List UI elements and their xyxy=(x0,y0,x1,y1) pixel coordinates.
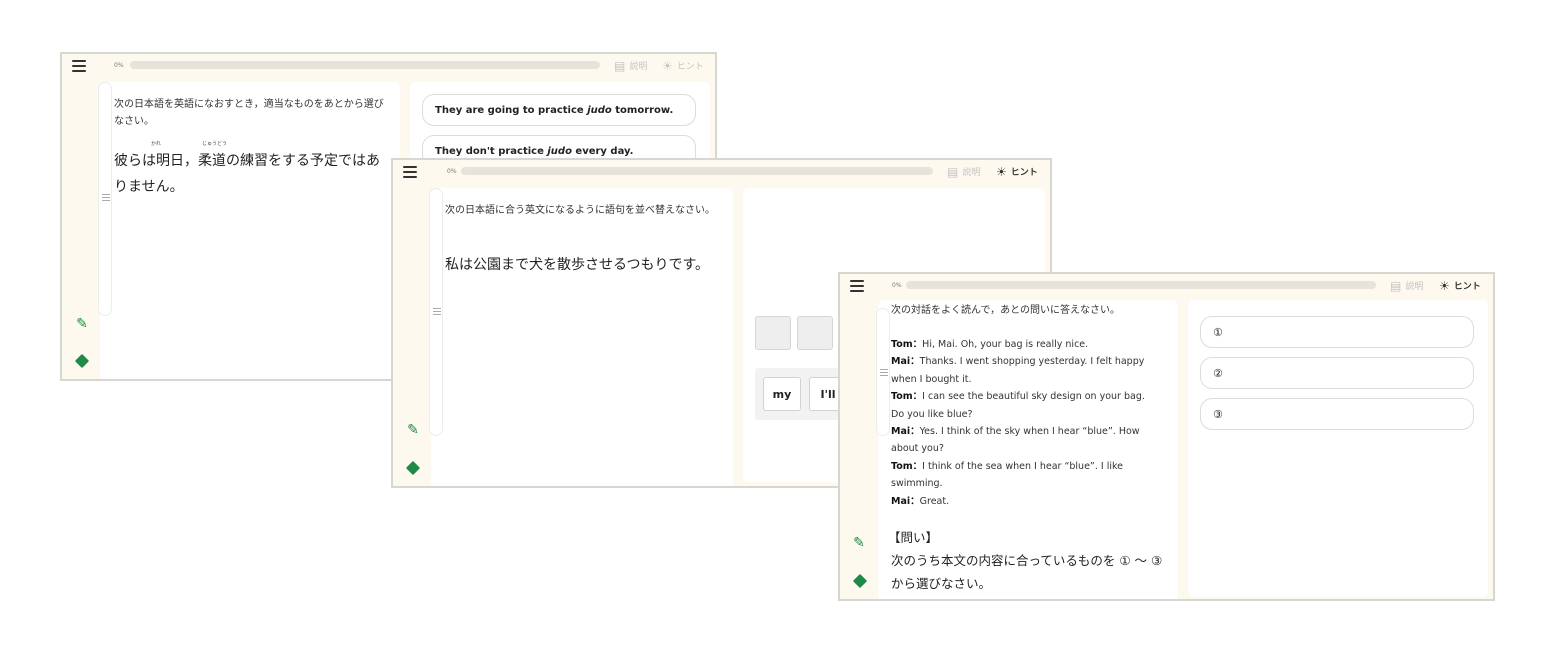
kanji-ju: 柔 xyxy=(198,153,212,169)
explain-button[interactable]: ▤ 説明 xyxy=(1390,278,1424,293)
hint-bulb-icon: ☀ xyxy=(996,164,1007,179)
choice-option-1[interactable]: ① xyxy=(1200,316,1474,348)
explain-icon: ▤ xyxy=(1390,278,1402,293)
explain-label: 説明 xyxy=(962,168,981,178)
drag-grip-icon[interactable] xyxy=(102,194,110,201)
dialog-line: Mai：Thanks. I went shopping yesterday. I… xyxy=(891,353,1161,388)
speaker-name: Mai xyxy=(891,426,911,438)
speaker-separator: ： xyxy=(912,339,923,350)
menu-icon[interactable] xyxy=(403,166,417,178)
hint-label: ヒント xyxy=(1453,282,1481,292)
toolbar: 0% ▤ 説明 ☀ ヒント xyxy=(62,54,715,80)
word-tile[interactable]: my xyxy=(763,377,801,411)
instruction-text: 次の日本語に合う英文になるように語句を並べ替えなさい。 xyxy=(445,205,715,216)
choice-text-part: tomorrow. xyxy=(611,104,674,116)
dialog-line: Tom：Hi, Mai. Oh, your bag is really nice… xyxy=(891,336,1161,353)
dialog-line-text: I think of the sea when I hear “blue”. I… xyxy=(891,460,1123,490)
explain-button[interactable]: ▤ 説明 xyxy=(614,58,648,73)
hint-button[interactable]: ☀ ヒント xyxy=(662,58,704,73)
explain-button[interactable]: ▤ 説明 xyxy=(947,164,981,179)
choice-text-part: They don't practice xyxy=(435,145,548,157)
progress-percent: 0% xyxy=(447,168,457,175)
question-panel xyxy=(431,188,733,486)
progress-bar xyxy=(130,61,600,69)
progress-percent: 0% xyxy=(892,282,902,289)
sentence-part: 彼らは明日， xyxy=(114,153,198,169)
explain-icon: ▤ xyxy=(614,58,626,73)
question-sentence: 私は公園まで犬を散歩させるつもりです。 xyxy=(445,257,710,273)
dialog-text: Tom：Hi, Mai. Oh, your bag is really nice… xyxy=(891,336,1161,510)
explain-label: 説明 xyxy=(1405,282,1424,292)
eraser-icon[interactable] xyxy=(74,353,90,369)
explain-icon: ▤ xyxy=(947,164,959,179)
dialog-line: Mai：Great. xyxy=(891,493,1161,510)
speaker-separator: ： xyxy=(912,460,923,472)
eraser-icon[interactable] xyxy=(852,573,868,589)
hint-label: ヒント xyxy=(1010,168,1038,178)
explain-label: 説明 xyxy=(629,62,648,72)
answer-slot-1[interactable] xyxy=(755,316,791,350)
drag-grip-icon[interactable] xyxy=(433,308,441,315)
speaker-name: Mai xyxy=(891,356,911,368)
pencil-icon[interactable]: ✎ xyxy=(849,533,869,553)
furigana: かれ xyxy=(150,141,161,147)
furigana: じゅうどう xyxy=(202,141,228,147)
progress-bar xyxy=(906,281,1376,289)
instruction-text: 次の対話をよく読んで，あとの問いに答えなさい。 xyxy=(891,305,1120,316)
ruby-kare: かれ彼らは明日， xyxy=(114,141,198,174)
choice-text-part: every day. xyxy=(571,145,634,157)
choice-text: They don't practice judo every day. xyxy=(435,146,633,157)
eraser-icon[interactable] xyxy=(405,460,421,476)
toolbar: 0% ▤ 説明 ☀ ヒント xyxy=(393,160,1050,186)
pencil-icon[interactable]: ✎ xyxy=(403,420,423,440)
choice-text: They are going to practice judo tomorrow… xyxy=(435,105,673,116)
question-sentence: 次のうち本文の内容に合っているものを ① ～ ③ から選びなさい。 xyxy=(891,553,1163,591)
hint-button[interactable]: ☀ ヒント xyxy=(1439,278,1481,293)
dialog-line-text: Yes. I think of the sky when I hear “blu… xyxy=(891,426,1140,455)
choice-emphasis: judo xyxy=(587,104,612,116)
speaker-separator: ： xyxy=(910,495,920,507)
speaker-separator: ： xyxy=(910,356,920,368)
dialog-line: Tom：I think of the sea when I hear “blue… xyxy=(891,458,1161,493)
drag-grip-icon[interactable] xyxy=(880,369,888,376)
question-label: 【問い】 xyxy=(888,530,939,545)
progress-bar xyxy=(461,167,933,175)
speaker-name: Tom xyxy=(891,460,913,472)
choice-option-1[interactable]: They are going to practice judo tomorrow… xyxy=(422,94,696,126)
speaker-name: Tom xyxy=(891,391,913,403)
speaker-name: Mai xyxy=(891,495,911,507)
dialog-line-text: I can see the beautiful sky design on yo… xyxy=(891,391,1145,420)
menu-icon[interactable] xyxy=(72,60,86,72)
dialog-line-text: Hi, Mai. Oh, your bag is really nice. xyxy=(922,339,1089,350)
hint-label: ヒント xyxy=(676,62,704,72)
speaker-separator: ： xyxy=(910,426,920,438)
dialog-line-text: Thanks. I went shopping yesterday. I fel… xyxy=(891,356,1145,385)
speaker-name: Tom xyxy=(891,339,913,350)
stage: 0% ▤ 説明 ☀ ヒント 次の日本語を英語になおすとき，適当なものをあとから選… xyxy=(0,0,1549,645)
hint-button[interactable]: ☀ ヒント xyxy=(996,164,1038,179)
ruby-judo: じゅうどう柔 xyxy=(198,141,227,174)
choice-option-2[interactable]: ② xyxy=(1200,357,1474,389)
dialog-line: Tom：I can see the beautiful sky design o… xyxy=(891,388,1161,423)
dialog-line-text: Great. xyxy=(919,495,950,507)
pencil-icon[interactable]: ✎ xyxy=(72,314,92,334)
dialog-line: Mai：Yes. I think of the sky when I hear … xyxy=(891,423,1161,458)
instruction-text: 次の日本語を英語になおすとき，適当なものをあとから選びなさい。 xyxy=(114,99,384,127)
hint-bulb-icon: ☀ xyxy=(662,58,673,73)
speaker-separator: ： xyxy=(912,391,923,403)
choice-option-3[interactable]: ③ xyxy=(1200,398,1474,430)
question-sentence: かれ 彼らは明日， じゅうどう 柔道の練習をする予定ではありません。 xyxy=(114,141,390,200)
toolbar: 0% ▤ 説明 ☀ ヒント xyxy=(840,274,1493,300)
choice-emphasis: judo xyxy=(547,145,572,157)
sentence-part: 道 xyxy=(212,153,226,169)
answer-slot-2[interactable] xyxy=(797,316,833,350)
hint-bulb-icon: ☀ xyxy=(1439,278,1450,293)
screen-dialog-reading: 0% ▤ 説明 ☀ ヒント 次の対話をよく読んで，あとの問いに答えなさい。 To… xyxy=(838,272,1495,601)
menu-icon[interactable] xyxy=(850,280,864,292)
choice-text-part: They are going to practice xyxy=(435,104,588,116)
progress-percent: 0% xyxy=(114,62,124,69)
